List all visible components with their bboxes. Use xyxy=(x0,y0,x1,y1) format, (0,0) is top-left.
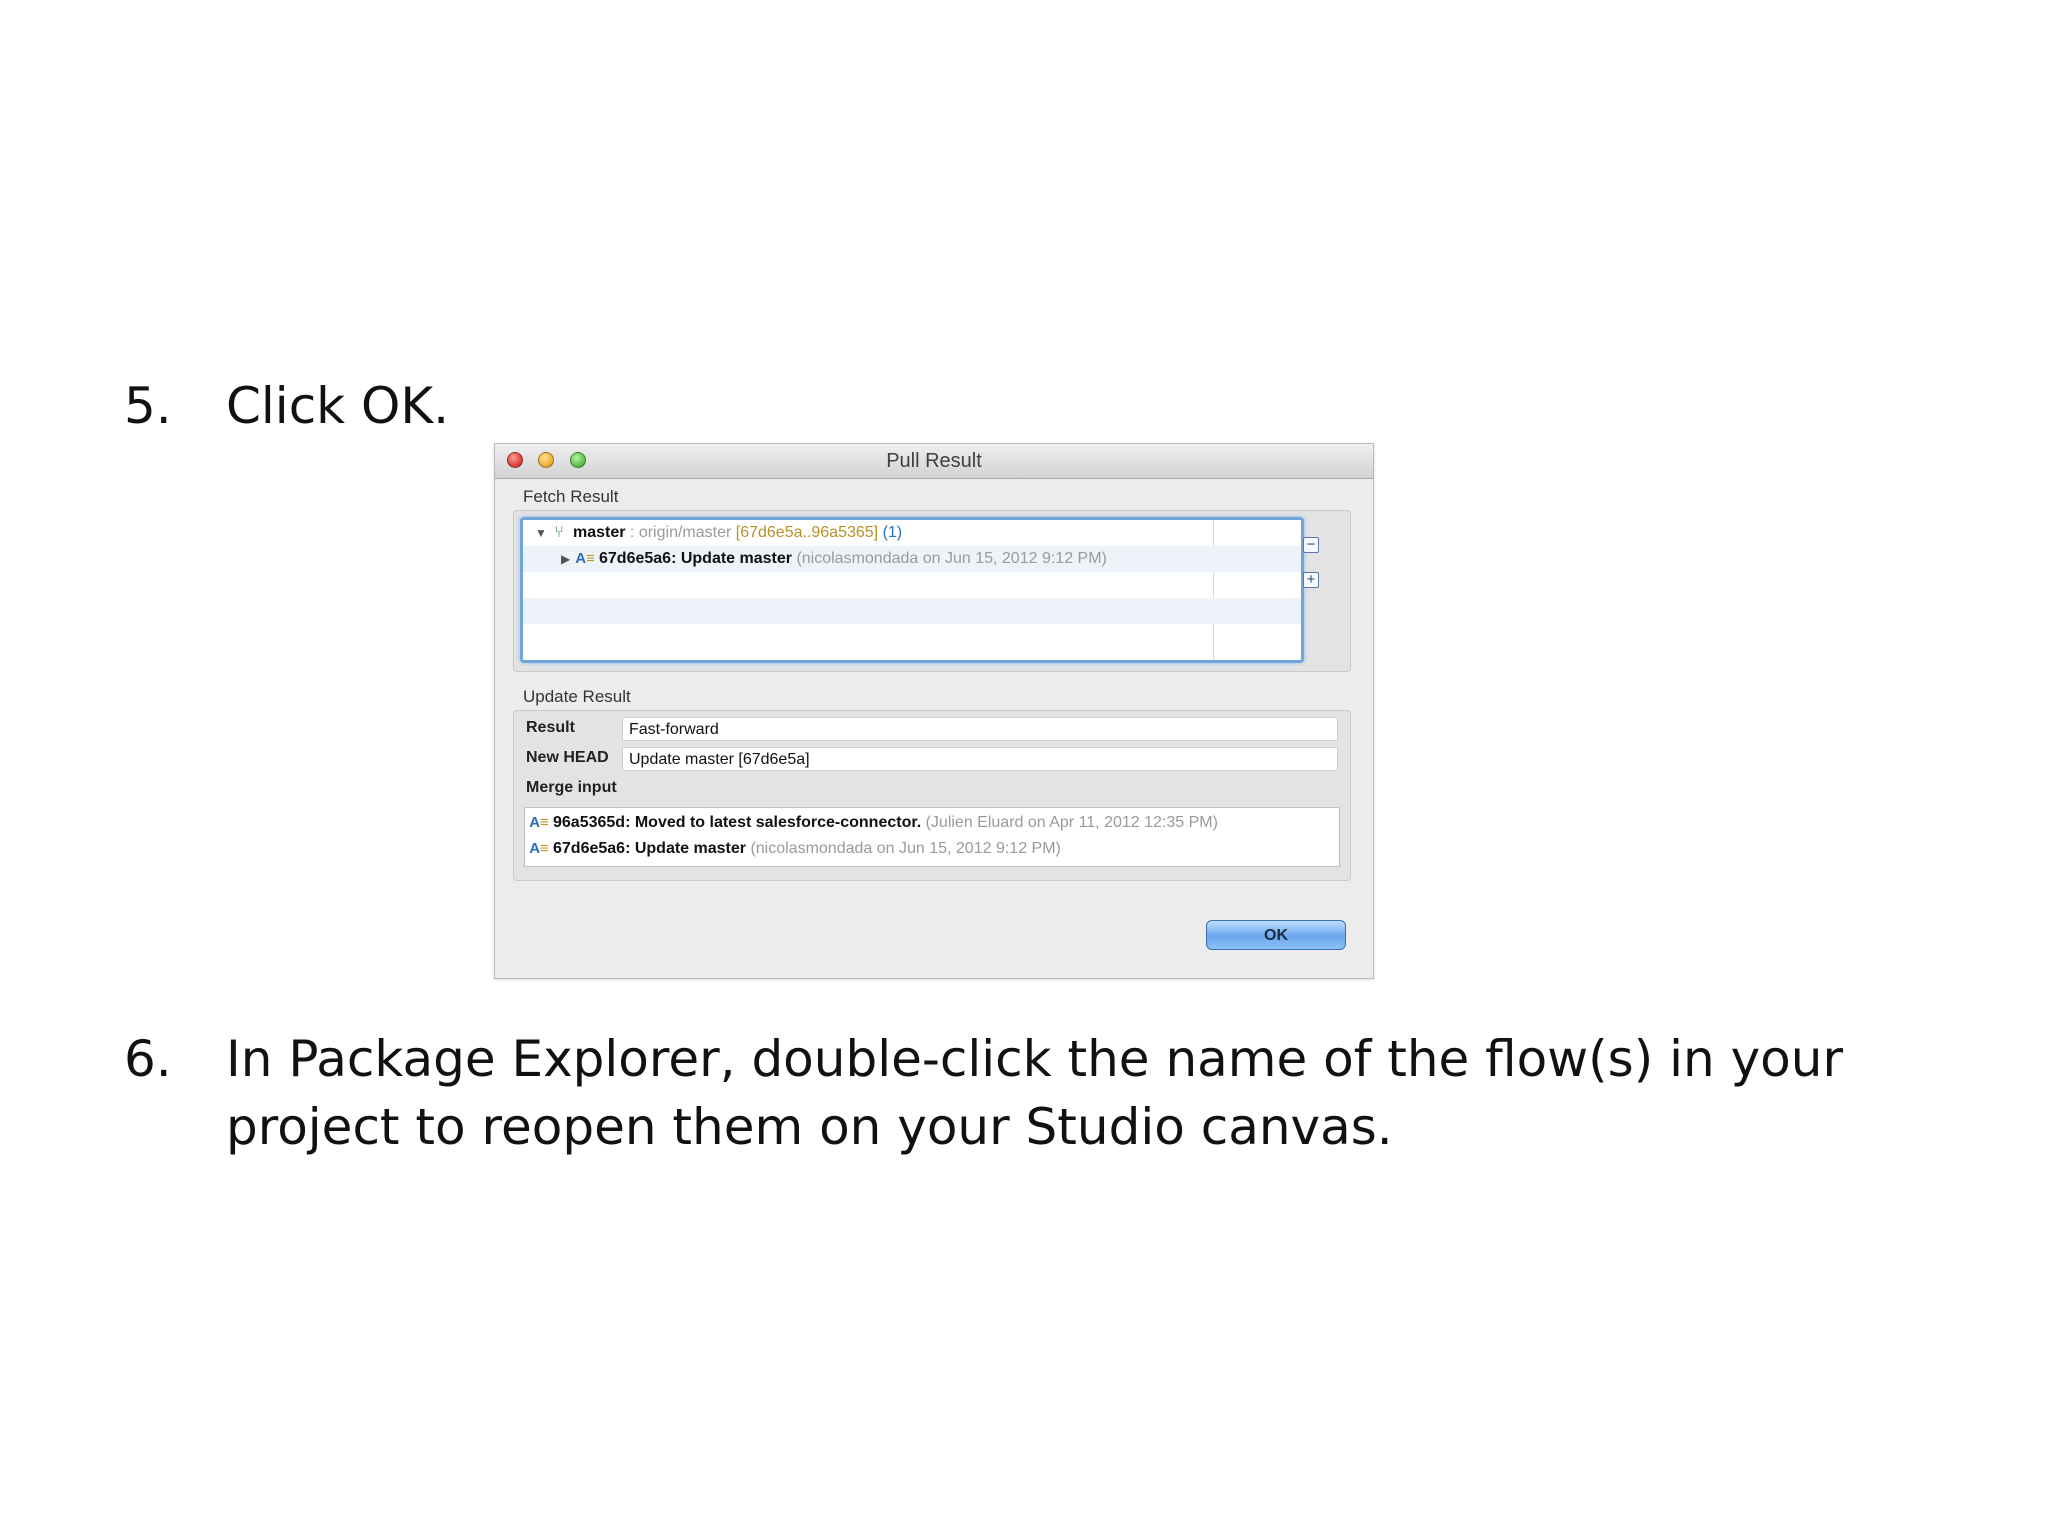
dialog-title: Pull Result xyxy=(886,450,982,472)
tree-row-empty xyxy=(523,598,1301,624)
commit-message: 67d6e5a6: Update master xyxy=(599,550,792,567)
expanded-triangle-icon[interactable]: ▼ xyxy=(535,520,547,546)
commit-meta: (nicolasmondada on Jun 15, 2012 9:12 PM) xyxy=(796,550,1107,567)
result-value-field[interactable]: Fast-forward xyxy=(622,717,1338,741)
tree-row-commit[interactable]: ▶ A≡ 67d6e5a6: Update master (nicolasmon… xyxy=(523,546,1301,572)
new-head-value-field[interactable]: Update master [67d6e5a] xyxy=(622,747,1338,771)
update-result-label: Update Result xyxy=(523,687,631,706)
commit-icon: A≡ xyxy=(575,550,595,567)
title-bar: Pull Result xyxy=(495,444,1373,479)
merge-input-label: Merge input xyxy=(526,779,617,796)
step-number: 6. xyxy=(124,1030,172,1088)
commit-icon: A≡ xyxy=(529,840,549,857)
branch-icon: ⑂ xyxy=(554,524,564,541)
collapsed-triangle-icon[interactable]: ▶ xyxy=(561,546,570,572)
fetch-result-tree[interactable]: ▼ ⑂ master : origin/master [67d6e5a..96a… xyxy=(520,517,1304,663)
ok-button[interactable]: OK xyxy=(1206,920,1346,950)
merge-commit-meta: (nicolasmondada on Jun 15, 2012 9:12 PM) xyxy=(750,840,1061,857)
commit-range: [67d6e5a..96a5365] xyxy=(735,524,879,541)
commit-count: (1) xyxy=(882,524,903,541)
expand-all-icon[interactable]: + xyxy=(1303,572,1319,588)
step-text: Click OK. xyxy=(226,377,450,435)
commit-icon: A≡ xyxy=(529,814,549,831)
update-result-group: Result Fast-forward New HEAD Update mast… xyxy=(513,710,1351,881)
step-text: In Package Explorer, double-click the na… xyxy=(226,1030,1844,1156)
tracking-branch: origin/master xyxy=(638,524,732,541)
merge-input-list[interactable]: A≡ 96a5365d: Moved to latest salesforce-… xyxy=(524,807,1340,867)
fetch-result-label: Fetch Result xyxy=(523,487,619,506)
merge-commit-message: 67d6e5a6: Update master xyxy=(553,840,746,857)
list-item[interactable]: A≡ 67d6e5a6: Update master (nicolasmonda… xyxy=(529,836,1339,862)
list-item[interactable]: A≡ 96a5365d: Moved to latest salesforce-… xyxy=(529,810,1339,836)
step-number: 5. xyxy=(124,377,172,435)
pull-result-dialog: Pull Result Fetch Result ▼ ⑂ master : or… xyxy=(494,443,1374,979)
result-label: Result xyxy=(526,719,575,736)
tree-row-empty xyxy=(523,572,1301,598)
merge-commit-meta: (Julien Eluard on Apr 11, 2012 12:35 PM) xyxy=(925,814,1218,831)
collapse-all-icon[interactable]: − xyxy=(1303,537,1319,553)
merge-commit-message: 96a5365d: Moved to latest salesforce-con… xyxy=(553,814,922,831)
branch-separator: : xyxy=(625,524,639,541)
fetch-result-group: ▼ ⑂ master : origin/master [67d6e5a..96a… xyxy=(513,510,1351,672)
new-head-label: New HEAD xyxy=(526,749,609,766)
tree-row-branch[interactable]: ▼ ⑂ master : origin/master [67d6e5a..96a… xyxy=(523,520,1301,546)
branch-name: master xyxy=(573,524,626,541)
tree-row-empty xyxy=(523,624,1301,650)
